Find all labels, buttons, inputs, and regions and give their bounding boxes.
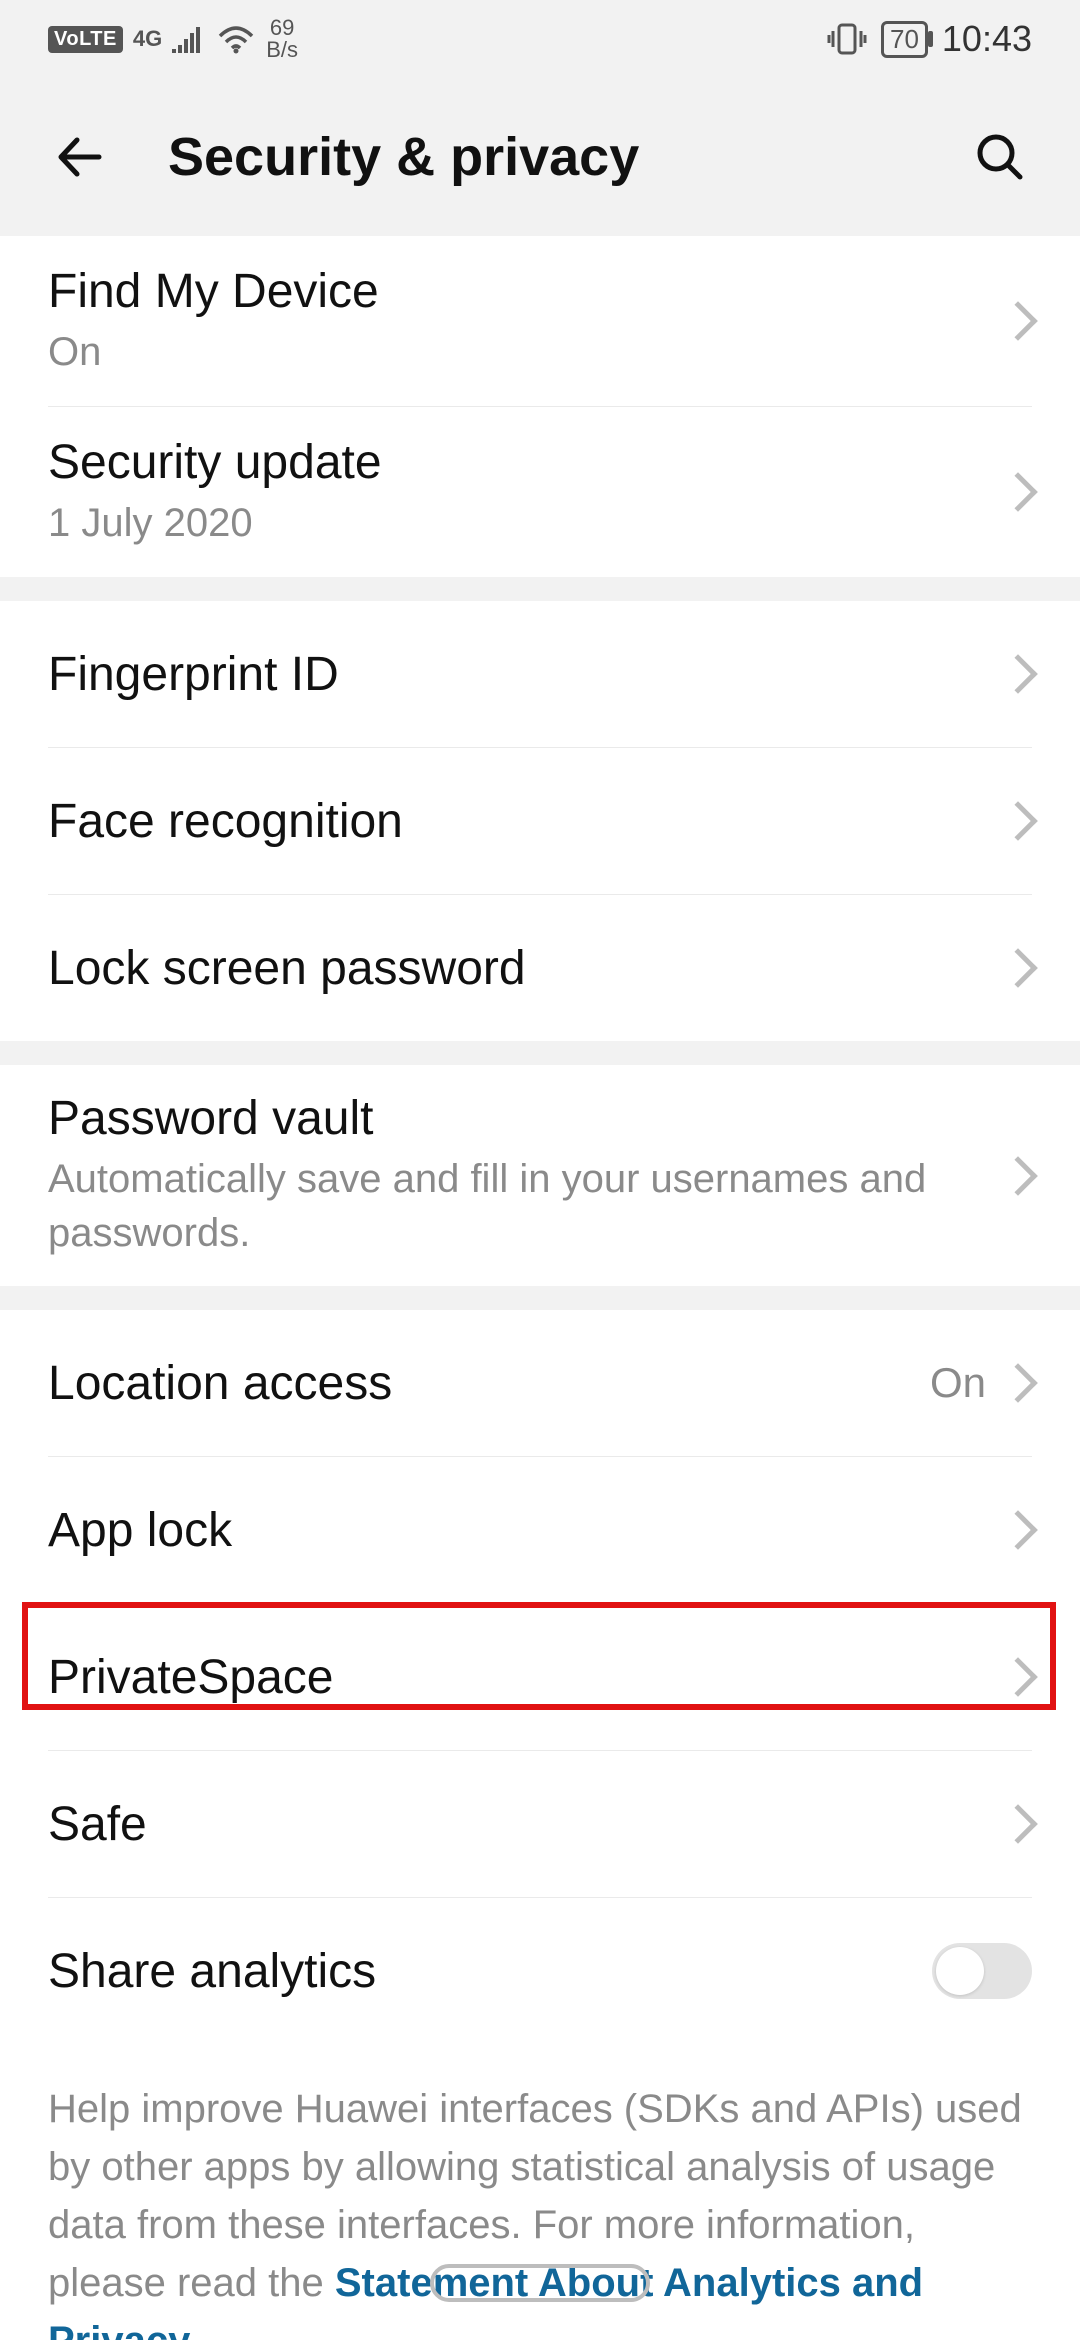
row-title: Fingerprint ID <box>48 647 1004 702</box>
row-title: Safe <box>48 1797 1004 1852</box>
nav-pill[interactable] <box>430 2264 650 2302</box>
row-title: Security update <box>48 435 1004 490</box>
clock: 10:43 <box>942 18 1032 60</box>
row-face-recognition[interactable]: Face recognition <box>0 748 1080 894</box>
network-type: 4G <box>133 26 162 52</box>
chevron-right-icon <box>998 801 1038 841</box>
settings-group: Fingerprint ID Face recognition Lock scr… <box>0 601 1080 1041</box>
row-title: Lock screen password <box>48 941 1004 996</box>
row-password-vault[interactable]: Password vault Automatically save and fi… <box>0 1065 1080 1286</box>
chevron-right-icon <box>998 948 1038 988</box>
row-share-analytics: Share analytics <box>0 1898 1080 2044</box>
signal-icon <box>172 25 206 53</box>
row-title: Password vault <box>48 1091 1004 1146</box>
chevron-right-icon <box>998 1804 1038 1844</box>
chevron-right-icon <box>998 654 1038 694</box>
vibrate-icon <box>827 21 867 57</box>
status-bar: VoLTE 4G 69 B/s 70 10:43 <box>0 0 1080 78</box>
row-title: Find My Device <box>48 264 1004 319</box>
row-title: App lock <box>48 1503 1004 1558</box>
chevron-right-icon <box>998 1657 1038 1697</box>
settings-group: Password vault Automatically save and fi… <box>0 1065 1080 1286</box>
row-privatespace[interactable]: PrivateSpace <box>0 1604 1080 1750</box>
network-speed: 69 B/s <box>266 17 298 61</box>
row-sub: On <box>48 325 1004 379</box>
search-button[interactable] <box>968 125 1032 189</box>
settings-group: Find My Device On Security update 1 July… <box>0 236 1080 577</box>
row-location-access[interactable]: Location access On <box>0 1310 1080 1456</box>
row-fingerprint-id[interactable]: Fingerprint ID <box>0 601 1080 747</box>
settings-group: Location access On App lock PrivateSpace… <box>0 1310 1080 2340</box>
back-button[interactable] <box>48 125 112 189</box>
row-safe[interactable]: Safe <box>0 1751 1080 1897</box>
page-title: Security & privacy <box>168 126 968 188</box>
chevron-right-icon <box>998 472 1038 512</box>
battery-indicator: 70 <box>881 21 928 58</box>
row-title: Share analytics <box>48 1944 932 1999</box>
chevron-right-icon <box>998 301 1038 341</box>
row-sub: Automatically save and fill in your user… <box>48 1152 1004 1260</box>
row-title: Location access <box>48 1356 930 1411</box>
row-sub: 1 July 2020 <box>48 496 1004 550</box>
wifi-icon <box>216 24 256 54</box>
share-analytics-toggle[interactable] <box>932 1943 1032 1999</box>
row-title: Face recognition <box>48 794 1004 849</box>
row-title: PrivateSpace <box>48 1650 1004 1705</box>
search-icon <box>972 129 1028 185</box>
volte-badge: VoLTE <box>48 26 123 53</box>
row-find-my-device[interactable]: Find My Device On <box>0 236 1080 406</box>
row-security-update[interactable]: Security update 1 July 2020 <box>0 407 1080 577</box>
row-app-lock[interactable]: App lock <box>0 1457 1080 1603</box>
chevron-right-icon <box>998 1510 1038 1550</box>
chevron-right-icon <box>998 1363 1038 1403</box>
row-lock-screen-password[interactable]: Lock screen password <box>0 895 1080 1041</box>
chevron-right-icon <box>998 1156 1038 1196</box>
arrow-left-icon <box>51 128 109 186</box>
row-value: On <box>930 1359 986 1407</box>
app-header: Security & privacy <box>0 78 1080 236</box>
